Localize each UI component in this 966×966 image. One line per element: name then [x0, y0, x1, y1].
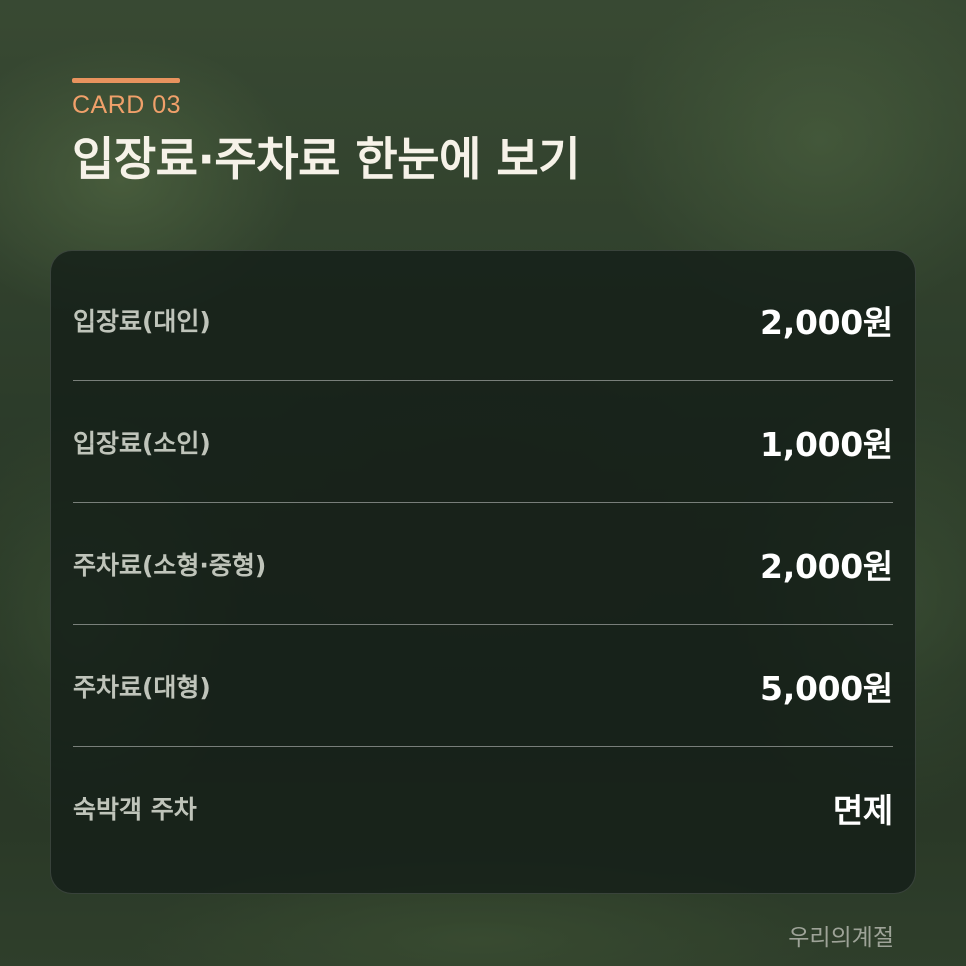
fee-label: 입장료(소인) [73, 428, 211, 458]
card-header: CARD 03 입장료·주차료 한눈에 보기 [72, 78, 892, 189]
fee-value: 2,000원 [760, 546, 893, 586]
fee-value: 2,000원 [760, 302, 893, 342]
fee-value: 면제 [832, 790, 893, 830]
fee-label: 주차료(대형) [73, 672, 211, 702]
fee-row-child-admission: 입장료(소인) 1,000원 [73, 381, 893, 503]
fee-row-adult-admission: 입장료(대인) 2,000원 [73, 259, 893, 381]
page-title: 입장료·주차료 한눈에 보기 [72, 132, 581, 186]
fee-label: 숙박객 주차 [73, 794, 197, 824]
fee-row-small-parking: 주차료(소형·중형) 2,000원 [73, 503, 893, 625]
card-number: CARD 03 [72, 91, 182, 119]
fee-row-large-parking: 주차료(대형) 5,000원 [73, 625, 893, 747]
fee-label: 입장료(대인) [73, 306, 211, 336]
fee-row-guest-parking: 숙박객 주차 면제 [73, 747, 893, 868]
fee-table: 입장료(대인) 2,000원 입장료(소인) 1,000원 주차료(소형·중형)… [50, 250, 916, 894]
fee-value: 5,000원 [760, 668, 893, 708]
accent-bar [72, 78, 180, 83]
source-credit: 우리의계절 [788, 925, 894, 951]
fee-label: 주차료(소형·중형) [73, 550, 267, 580]
fee-value: 1,000원 [760, 424, 893, 464]
